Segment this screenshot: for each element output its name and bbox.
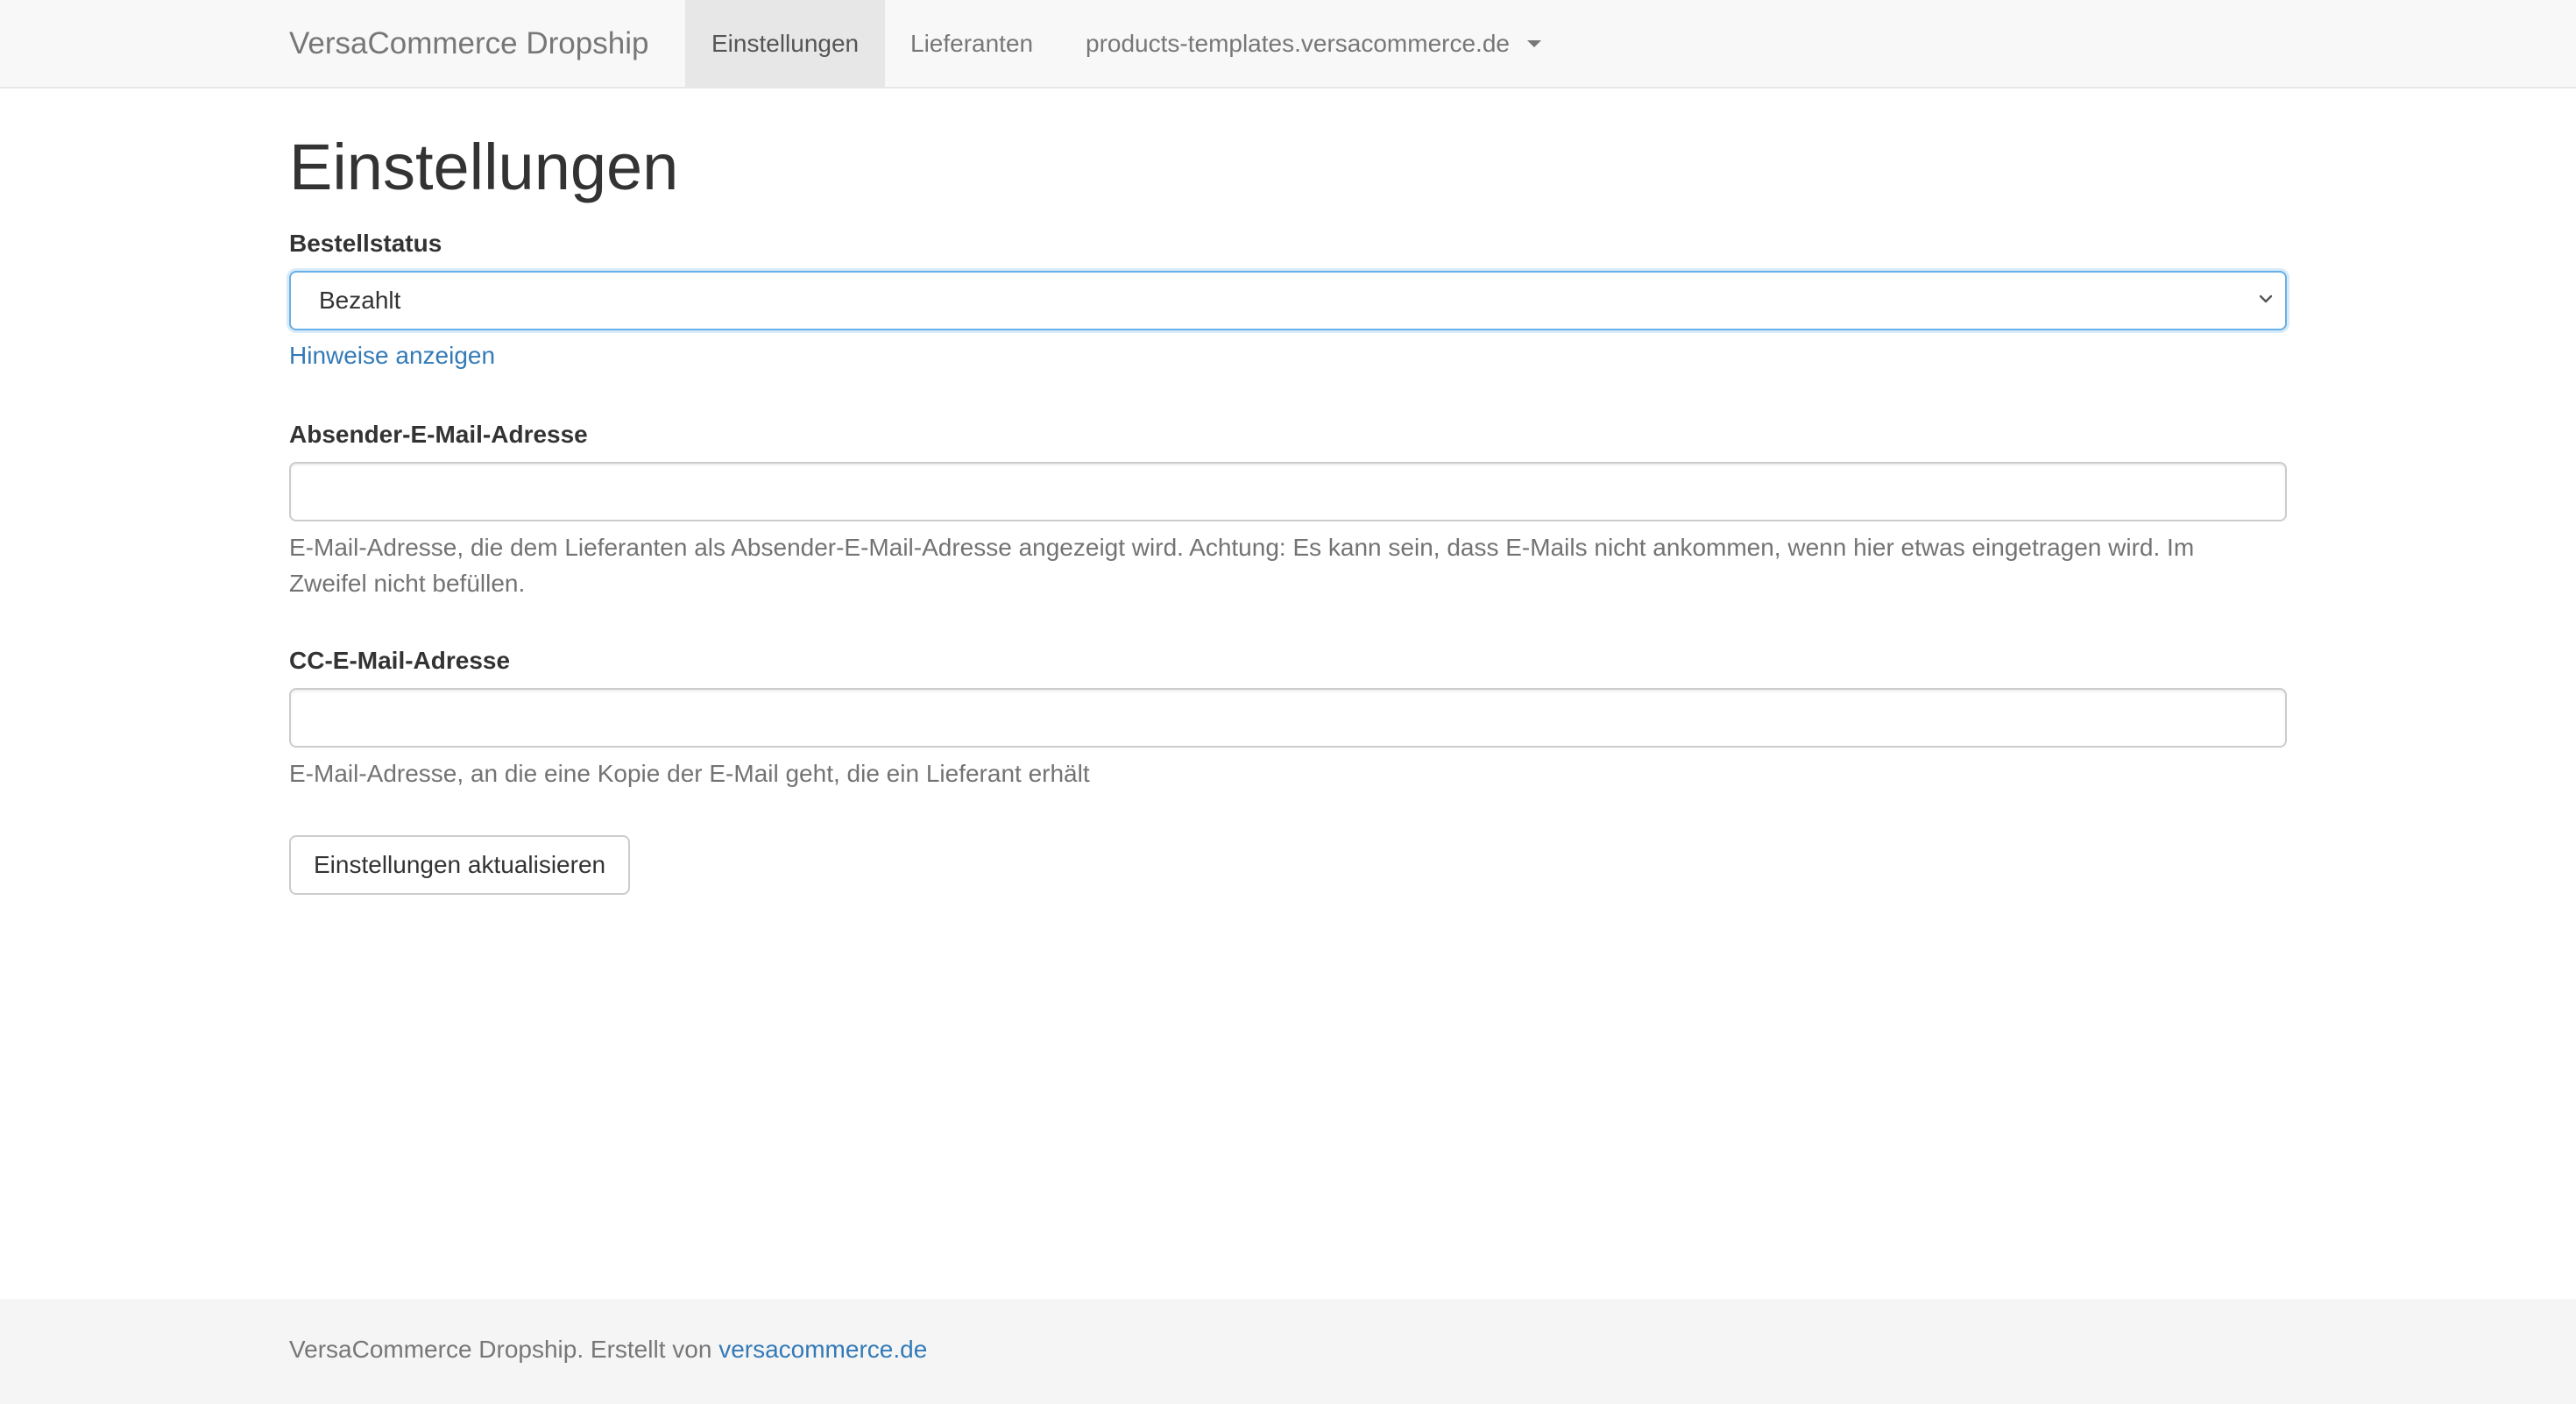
sender-email-help-text: E-Mail-Adresse, die dem Lieferanten als … (289, 534, 2195, 597)
sender-email-input[interactable] (289, 462, 2287, 521)
nav-item-label: Lieferanten (910, 30, 1034, 57)
sender-email-label: Absender-E-Mail-Adresse (289, 421, 588, 448)
cc-email-input[interactable] (289, 688, 2287, 748)
nav-item-einstellungen[interactable]: Einstellungen (685, 0, 886, 87)
order-status-selected-value: Bezahlt (319, 287, 401, 314)
footer-link[interactable]: versacommerce.de (718, 1336, 927, 1363)
footer: VersaCommerce Dropship. Erstellt von ver… (0, 1299, 2576, 1404)
cc-email-help-text: E-Mail-Adresse, an die eine Kopie der E-… (289, 760, 1090, 787)
chevron-down-icon (2259, 294, 2273, 303)
brand-link[interactable]: VersaCommerce Dropship (289, 0, 648, 87)
caret-down-icon (1526, 39, 1541, 47)
page-title: Einstellungen (289, 131, 679, 203)
show-hints-link[interactable]: Hinweise anzeigen (289, 342, 495, 370)
navbar: VersaCommerce Dropship Einstellungen Lie… (0, 0, 2576, 89)
nav-item-shop-dropdown[interactable]: products-templates.versacommerce.de (1059, 0, 1568, 87)
footer-text: VersaCommerce Dropship. Erstellt von (289, 1336, 712, 1363)
nav-item-label: products-templates.versacommerce.de (1086, 30, 1510, 57)
cc-email-label: CC-E-Mail-Adresse (289, 647, 511, 674)
nav-item-lieferanten[interactable]: Lieferanten (884, 0, 1059, 87)
order-status-select[interactable]: Bezahlt (289, 271, 2287, 330)
nav-item-label: Einstellungen (711, 30, 860, 57)
footer-text-container: VersaCommerce Dropship. Erstellt von ver… (289, 1336, 927, 1364)
update-settings-button[interactable]: Einstellungen aktualisieren (289, 835, 631, 895)
order-status-label: Bestellstatus (289, 230, 442, 257)
